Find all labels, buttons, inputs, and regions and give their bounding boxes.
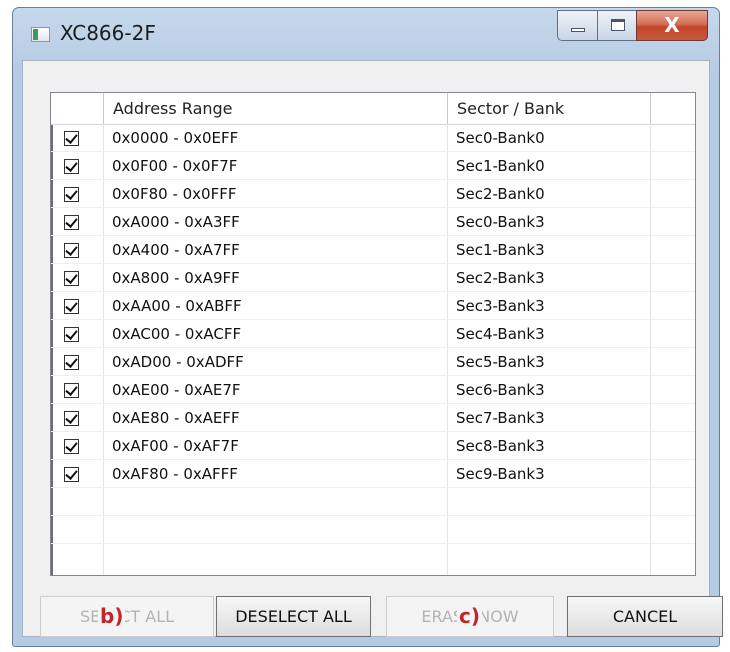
address-range-cell: 0xAE00 - 0xAE7F [112, 381, 241, 399]
app-icon [31, 27, 50, 42]
cancel-button[interactable]: CANCEL [567, 596, 723, 637]
row-checkbox[interactable] [64, 411, 79, 426]
table-row[interactable]: 0xAE00 - 0xAE7F Sec6-Bank3 [51, 376, 695, 404]
column-header-sector-bank[interactable]: Sector / Bank [448, 93, 651, 124]
address-range-cell: 0xAE80 - 0xAEFF [112, 409, 240, 427]
close-button[interactable]: X [636, 10, 708, 41]
annotation-label-c: c) [457, 604, 482, 628]
minimize-button[interactable] [557, 10, 598, 41]
table-row[interactable]: 0xAD00 - 0xADFF Sec5-Bank3 [51, 348, 695, 376]
table-row[interactable]: 0xA000 - 0xA3FF Sec0-Bank3 [51, 208, 695, 236]
table-row[interactable]: 0x0F80 - 0x0FFF Sec2-Bank0 [51, 180, 695, 208]
table-row[interactable]: 0xA400 - 0xA7FF Sec1-Bank3 [51, 236, 695, 264]
table-row[interactable]: 0xAF80 - 0xAFFF Sec9-Bank3 [51, 460, 695, 488]
sector-bank-cell: Sec6-Bank3 [456, 381, 545, 399]
sector-bank-cell: Sec5-Bank3 [456, 353, 545, 371]
table-row[interactable]: 0xAE80 - 0xAEFF Sec7-Bank3 [51, 404, 695, 432]
address-range-cell: 0xAF80 - 0xAFFF [112, 465, 238, 483]
address-range-cell: 0xA000 - 0xA3FF [112, 213, 240, 231]
column-header-check[interactable] [51, 93, 104, 124]
address-range-cell: 0xAC00 - 0xACFF [112, 325, 242, 343]
close-icon: X [664, 13, 680, 37]
row-gridline [51, 543, 695, 544]
table-row[interactable]: 0xAA00 - 0xABFF Sec3-Bank3 [51, 292, 695, 320]
address-range-cell: 0x0F80 - 0x0FFF [112, 185, 237, 203]
table-row[interactable]: 0xAF00 - 0xAF7F Sec8-Bank3 [51, 432, 695, 460]
sector-bank-cell: Sec9-Bank3 [456, 465, 545, 483]
title-bar[interactable]: XC866-2F X [13, 8, 719, 60]
row-checkbox[interactable] [64, 187, 79, 202]
row-checkbox[interactable] [64, 383, 79, 398]
table-row[interactable]: 0x0F00 - 0x0F7F Sec1-Bank0 [51, 152, 695, 180]
annotation-label-b: b) [98, 604, 126, 628]
row-checkbox[interactable] [64, 243, 79, 258]
address-range-cell: 0xAD00 - 0xADFF [112, 353, 244, 371]
address-range-cell: 0x0000 - 0x0EFF [112, 129, 239, 147]
row-checkbox[interactable] [64, 327, 79, 342]
row-checkbox[interactable] [64, 131, 79, 146]
address-range-cell: 0xAA00 - 0xABFF [112, 297, 242, 315]
row-gridline [51, 515, 695, 516]
sector-bank-cell: Sec2-Bank0 [456, 185, 545, 203]
sector-bank-cell: Sec2-Bank3 [456, 269, 545, 287]
address-range-cell: 0x0F00 - 0x0F7F [112, 157, 238, 175]
table-row[interactable]: 0x0000 - 0x0EFF Sec0-Bank0 [51, 124, 695, 152]
sector-bank-cell: Sec0-Bank3 [456, 213, 545, 231]
row-checkbox[interactable] [64, 355, 79, 370]
row-checkbox[interactable] [64, 467, 79, 482]
sector-bank-cell: Sec4-Bank3 [456, 325, 545, 343]
column-header-address-range[interactable]: Address Range [104, 93, 448, 124]
row-checkbox[interactable] [64, 215, 79, 230]
window-title: XC866-2F [60, 21, 156, 45]
dialog-client-area: Address Range Sector / Bank 0x0000 - 0x0… [22, 60, 723, 637]
minimize-icon [571, 28, 585, 32]
maximize-button[interactable] [597, 10, 637, 41]
sector-bank-cell: Sec1-Bank3 [456, 241, 545, 259]
row-gridline [51, 487, 695, 488]
dialog-window: XC866-2F X Address Range Sector / Bank 0… [12, 7, 723, 647]
maximize-icon [611, 19, 625, 31]
column-header-filler [651, 93, 695, 124]
row-checkbox[interactable] [64, 159, 79, 174]
sector-bank-cell: Sec0-Bank0 [456, 129, 545, 147]
list-header: Address Range Sector / Bank [51, 93, 695, 125]
deselect-all-button[interactable]: DESELECT ALL [216, 596, 371, 637]
sector-bank-cell: Sec8-Bank3 [456, 437, 545, 455]
address-range-cell: 0xA800 - 0xA9FF [112, 269, 240, 287]
sector-bank-cell: Sec3-Bank3 [456, 297, 545, 315]
address-range-cell: 0xA400 - 0xA7FF [112, 241, 240, 259]
address-range-cell: 0xAF00 - 0xAF7F [112, 437, 239, 455]
sector-list[interactable]: Address Range Sector / Bank 0x0000 - 0x0… [50, 92, 696, 576]
sector-bank-cell: Sec1-Bank0 [456, 157, 545, 175]
row-checkbox[interactable] [64, 299, 79, 314]
row-checkbox[interactable] [64, 439, 79, 454]
table-row[interactable]: 0xAC00 - 0xACFF Sec4-Bank3 [51, 320, 695, 348]
sector-bank-cell: Sec7-Bank3 [456, 409, 545, 427]
select-all-button[interactable]: SELECT ALL [40, 596, 214, 637]
row-checkbox[interactable] [64, 271, 79, 286]
table-row[interactable]: 0xA800 - 0xA9FF Sec2-Bank3 [51, 264, 695, 292]
